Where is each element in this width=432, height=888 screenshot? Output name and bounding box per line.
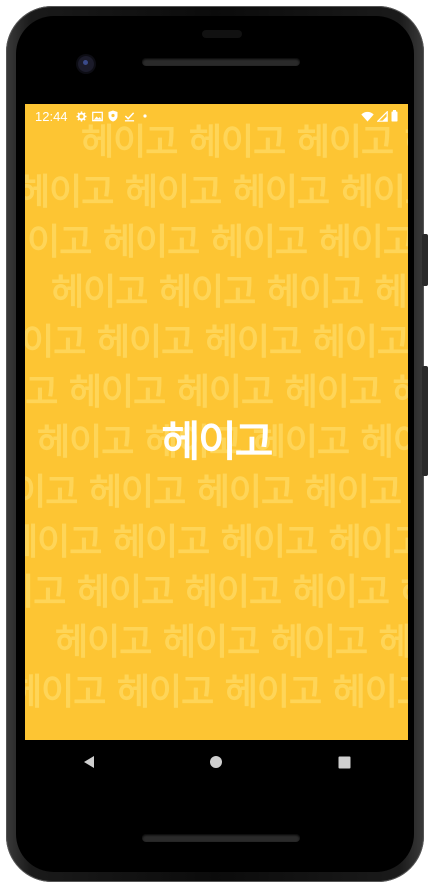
pattern-row: 헤이고 헤이고 헤이고 헤이고 헤이고 xyxy=(55,622,408,663)
home-icon xyxy=(210,756,223,768)
recents-icon xyxy=(338,756,351,768)
app-logo: 헤이고 xyxy=(161,417,274,466)
battery-icon xyxy=(391,107,398,126)
back-icon xyxy=(83,756,94,768)
pattern-row: 헤이고 헤이고 헤이고 헤이고 헤이고 xyxy=(25,322,408,363)
volume-button xyxy=(422,366,428,476)
download-done-icon xyxy=(124,111,135,122)
dot-icon xyxy=(140,111,151,122)
splash-screen: 헤이고 헤이고 헤이고 헤이고 헤이고 헤이고 헤이고 헤이고 헤이고 헤이고 … xyxy=(25,104,408,740)
status-bar: 12:44 xyxy=(25,104,408,128)
home-button[interactable] xyxy=(196,742,236,782)
earpiece xyxy=(202,30,242,38)
back-button[interactable] xyxy=(69,742,109,782)
bottom-speaker xyxy=(142,834,300,842)
pattern-row: 헤이고 헤이고 헤이고 헤이고 헤이고 xyxy=(51,272,408,313)
status-time: 12:44 xyxy=(35,108,68,124)
pattern-row: 헤이고 헤이고 헤이고 헤이고 헤이고 xyxy=(25,172,408,213)
signal-icon xyxy=(376,107,388,126)
wifi-icon xyxy=(361,107,374,126)
navigation-bar xyxy=(25,740,408,784)
pattern-row: 헤이고 헤이고 헤이고 헤이고 헤이고 xyxy=(25,572,408,613)
recents-button[interactable] xyxy=(324,742,364,782)
pattern-row: 헤이고 헤이고 헤이고 헤이고 헤이고 xyxy=(25,472,408,513)
image-icon xyxy=(91,111,103,122)
gear-icon xyxy=(76,110,87,122)
power-button xyxy=(422,234,428,286)
pattern-row: 헤이고 헤이고 헤이고 헤이고 헤이고 xyxy=(25,672,408,713)
pattern-row: 헤이고 헤이고 헤이고 헤이고 헤이고 xyxy=(25,222,408,263)
shield-icon xyxy=(108,110,119,122)
front-camera-icon xyxy=(78,56,94,72)
top-speaker xyxy=(142,58,300,66)
status-right-icons xyxy=(361,107,398,126)
pattern-row: 헤이고 헤이고 헤이고 헤이고 헤이고 xyxy=(25,522,408,563)
